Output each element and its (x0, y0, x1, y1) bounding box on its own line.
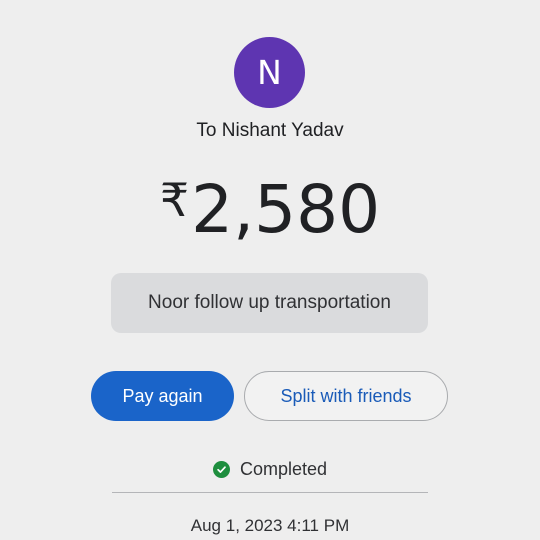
avatar-initial: N (257, 53, 282, 92)
divider (112, 492, 428, 493)
payment-note-text: Noor follow up transportation (148, 292, 391, 313)
check-circle-icon (212, 461, 230, 478)
pay-again-button[interactable]: Pay again (91, 371, 234, 421)
payment-amount: ₹2,580 (0, 171, 540, 248)
currency-symbol: ₹ (159, 173, 190, 227)
recipient-name: To Nishant Yadav (196, 120, 344, 141)
payment-note: Noor follow up transportation (111, 273, 428, 333)
payment-status: Completed (0, 459, 540, 480)
amount-value: 2,580 (191, 171, 381, 248)
status-text: Completed (239, 459, 328, 479)
transaction-timestamp: Aug 1, 2023 4:11 PM (190, 516, 350, 535)
split-with-friends-button[interactable]: Split with friends (244, 371, 448, 421)
avatar: N (234, 37, 305, 108)
